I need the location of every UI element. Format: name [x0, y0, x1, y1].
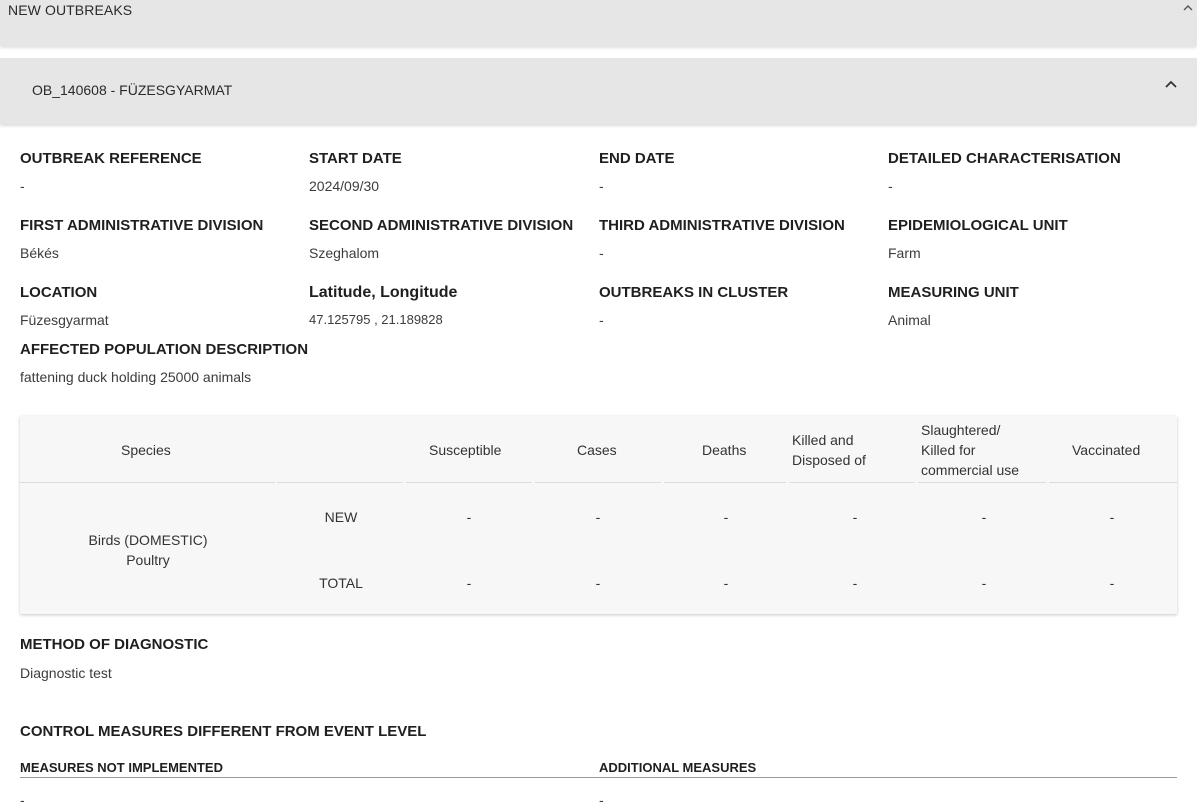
header-divider [277, 482, 403, 483]
epidemiological-unit-field: EPIDEMIOLOGICAL UNIT Farm [888, 217, 1173, 261]
killed-header-line2: Disposed of [792, 452, 866, 468]
location-value: Füzesgyarmat [20, 312, 109, 328]
measures-not-implemented-value: - [20, 792, 25, 808]
species-table: Species Susceptible Cases Deaths Killed … [20, 416, 1177, 614]
method-of-diagnostic-label: METHOD OF DIAGNOSTIC [20, 636, 209, 653]
outbreak-panel-header[interactable]: OB_140608 - FÜZESGYARMAT [0, 58, 1197, 124]
outbreaks-in-cluster-label: OUTBREAKS IN CLUSTER [599, 284, 789, 301]
outbreak-reference-field: OUTBREAK REFERENCE - [20, 150, 305, 194]
lat-long-label: Latitude, Longitude [309, 284, 458, 301]
start-date-field: START DATE 2024/09/30 [309, 150, 594, 194]
header-divider [1049, 482, 1177, 483]
end-date-label: END DATE [599, 150, 675, 167]
new-vaccinated-cell: - [1109, 509, 1115, 525]
susceptible-header: Susceptible [429, 442, 502, 458]
total-killed-cell: - [852, 575, 858, 591]
species-cell: Birds (DOMESTIC) Poultry [60, 530, 236, 570]
total-slaughtered-cell: - [981, 575, 987, 591]
species-header: Species [121, 442, 171, 458]
outbreak-reference-value: - [20, 178, 25, 194]
header-divider [20, 482, 275, 483]
total-susceptible-cell: - [466, 575, 472, 591]
deaths-header: Deaths [702, 442, 747, 458]
total-vaccinated-cell: - [1109, 575, 1115, 591]
measures-divider [20, 777, 1177, 778]
detailed-characterisation-field: DETAILED CHARACTERISATION - [888, 150, 1173, 194]
end-date-value: - [599, 178, 604, 194]
measuring-unit-field: MEASURING UNIT Animal [888, 284, 1173, 328]
slaughtered-header-line2: Killed for [921, 442, 976, 458]
new-outbreaks-title: NEW OUTBREAKS [8, 2, 133, 18]
slaughtered-header-line3: commercial use [921, 462, 1020, 478]
detailed-characterisation-label: DETAILED CHARACTERISATION [888, 150, 1121, 167]
header-divider [789, 482, 915, 483]
measuring-unit-value: Animal [888, 312, 931, 328]
outbreak-title: OB_140608 - FÜZESGYARMAT [32, 82, 233, 98]
outbreak-reference-label: OUTBREAK REFERENCE [20, 150, 202, 167]
second-admin-division-value: Szeghalom [309, 245, 380, 261]
measures-not-implemented-label: MEASURES NOT IMPLEMENTED [20, 760, 223, 775]
lat-long-field: Latitude, Longitude 47.125795 , 21.18982… [309, 284, 594, 327]
new-slaughtered-cell: - [981, 509, 987, 525]
affected-population-value: fattening duck holding 25000 animals [20, 369, 252, 385]
control-measures-title: CONTROL MEASURES DIFFERENT FROM EVENT LE… [20, 723, 427, 740]
third-admin-division-value: - [599, 245, 604, 261]
slaughtered-header-line1: Slaughtered/ [921, 422, 1001, 438]
outbreaks-in-cluster-field: OUTBREAKS IN CLUSTER - [599, 284, 884, 328]
total-deaths-cell: - [723, 575, 729, 591]
affected-population-field: AFFECTED POPULATION DESCRIPTION fattenin… [20, 341, 620, 385]
second-admin-division-field: SECOND ADMINISTRATIVE DIVISION Szeghalom [309, 217, 594, 261]
third-admin-division-label: THIRD ADMINISTRATIVE DIVISION [599, 217, 845, 234]
vaccinated-header: Vaccinated [1072, 442, 1141, 458]
killed-disposed-header: Killed and Disposed of [792, 430, 866, 470]
total-cases-cell: - [595, 575, 601, 591]
header-divider [664, 482, 786, 483]
chevron-up-icon[interactable] [1163, 76, 1179, 92]
new-cases-cell: - [595, 509, 601, 525]
additional-measures-label: ADDITIONAL MEASURES [599, 760, 757, 775]
start-date-value: 2024/09/30 [309, 178, 380, 194]
chevron-up-icon[interactable] [1183, 0, 1193, 16]
location-label: LOCATION [20, 284, 98, 301]
affected-population-label: AFFECTED POPULATION DESCRIPTION [20, 341, 309, 358]
species-name-line1: Birds (DOMESTIC) [88, 532, 208, 548]
epidemiological-unit-label: EPIDEMIOLOGICAL UNIT [888, 217, 1068, 234]
row-label-total: TOTAL [319, 575, 363, 591]
slaughtered-header: Slaughtered/ Killed for commercial use [921, 420, 1019, 480]
outbreaks-in-cluster-value: - [599, 312, 604, 328]
first-admin-division-field: FIRST ADMINISTRATIVE DIVISION Békés [20, 217, 305, 261]
lat-long-value: 47.125795 , 21.189828 [309, 312, 443, 327]
new-outbreaks-header[interactable]: NEW OUTBREAKS [0, 0, 1197, 46]
method-of-diagnostic-value: Diagnostic test [20, 665, 112, 681]
start-date-label: START DATE [309, 150, 402, 167]
header-divider [535, 482, 661, 483]
end-date-field: END DATE - [599, 150, 884, 194]
new-susceptible-cell: - [466, 509, 472, 525]
species-name-line2: Poultry [126, 552, 170, 568]
header-divider [406, 482, 532, 483]
row-label-new: NEW [324, 509, 358, 525]
cases-header: Cases [577, 442, 617, 458]
killed-header-line1: Killed and [792, 432, 854, 448]
third-admin-division-field: THIRD ADMINISTRATIVE DIVISION - [599, 217, 884, 261]
location-field: LOCATION Füzesgyarmat [20, 284, 305, 328]
detailed-characterisation-value: - [888, 178, 893, 194]
first-admin-division-label: FIRST ADMINISTRATIVE DIVISION [20, 217, 264, 234]
new-killed-cell: - [852, 509, 858, 525]
header-divider [918, 482, 1046, 483]
measuring-unit-label: MEASURING UNIT [888, 284, 1019, 301]
second-admin-division-label: SECOND ADMINISTRATIVE DIVISION [309, 217, 574, 234]
first-admin-division-value: Békés [20, 245, 59, 261]
additional-measures-value: - [599, 792, 604, 808]
new-deaths-cell: - [723, 509, 729, 525]
epidemiological-unit-value: Farm [888, 245, 921, 261]
